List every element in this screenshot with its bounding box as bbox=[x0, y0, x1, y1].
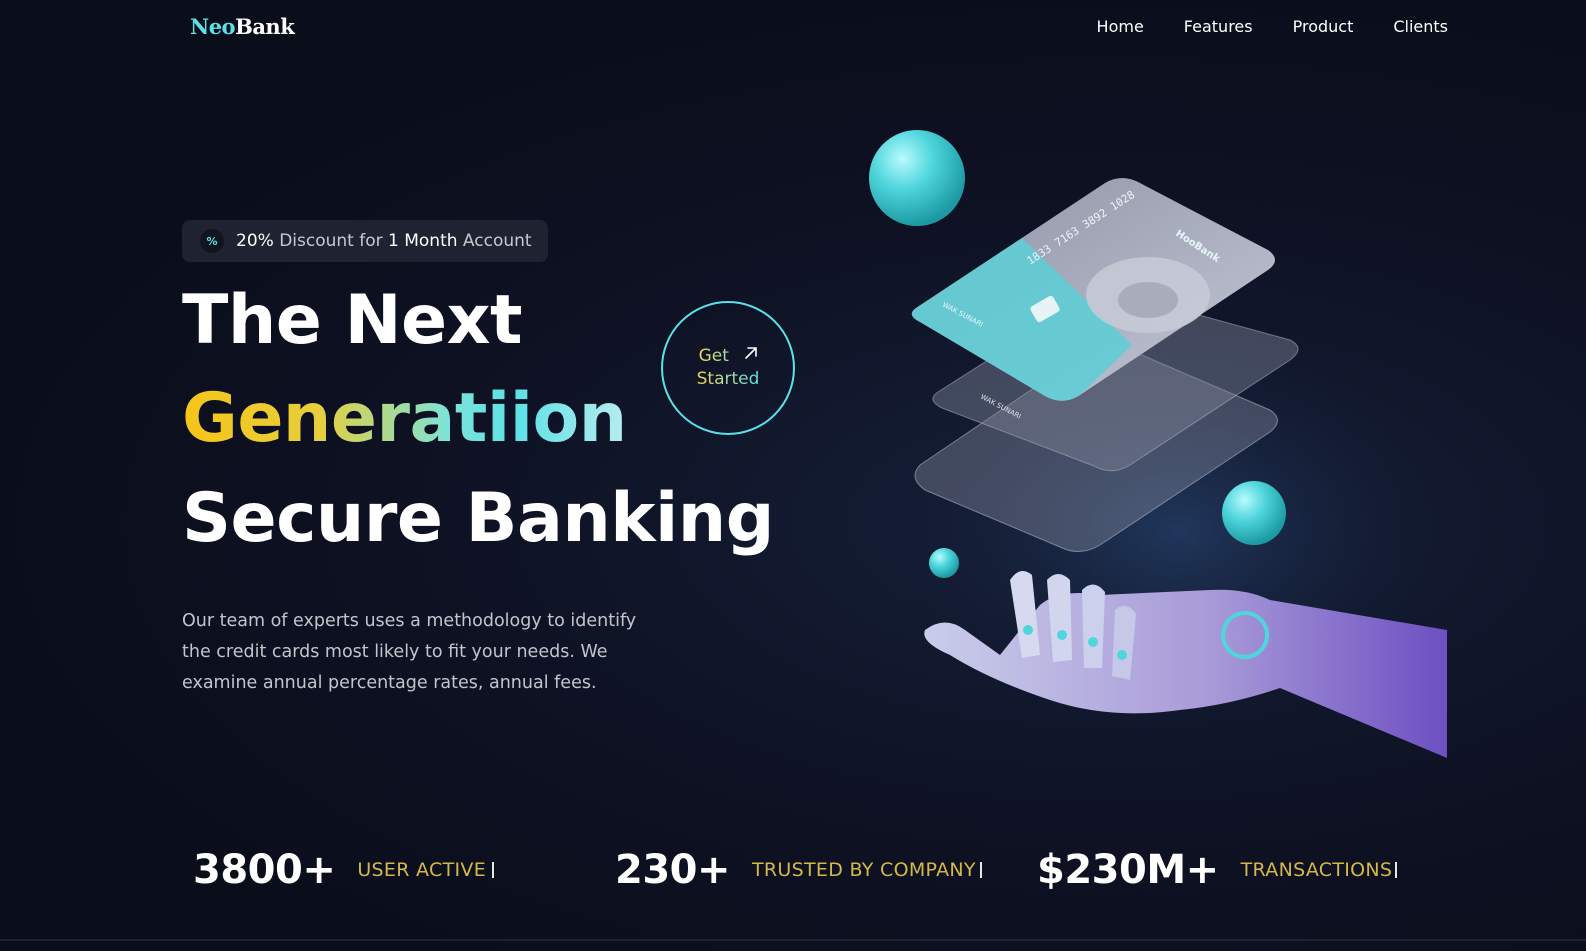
discount-for-text: Discount for bbox=[273, 231, 389, 251]
discount-account-text: Account bbox=[457, 231, 532, 251]
nav-item-clients[interactable]: Clients bbox=[1393, 17, 1448, 36]
discount-badge: % 20% Discount for 1 Month Account bbox=[182, 220, 548, 262]
hero-title-line-1: The Next bbox=[182, 281, 522, 360]
arrow-up-right-icon bbox=[745, 347, 757, 359]
get-started-line-2: Started bbox=[696, 369, 760, 389]
stat-item: 230+ TRUSTED BY COMPANY bbox=[615, 840, 976, 900]
hero-title-line-2: Generatiion bbox=[182, 379, 627, 458]
stat-divider bbox=[1395, 862, 1397, 878]
hero-description: Our team of experts uses a methodology t… bbox=[182, 610, 637, 693]
sphere-small bbox=[929, 548, 959, 578]
sphere-medium bbox=[1222, 481, 1286, 545]
sphere-large bbox=[869, 130, 965, 226]
stat-divider bbox=[492, 862, 494, 878]
stat-value: 3800+ bbox=[193, 847, 336, 893]
stat-label: USER ACTIVE bbox=[357, 859, 486, 881]
get-started-button[interactable]: Get Started bbox=[661, 301, 795, 435]
nav-item-features[interactable]: Features bbox=[1184, 17, 1253, 36]
nav-item-home[interactable]: Home bbox=[1097, 17, 1144, 36]
stat-item: $230M+ TRANSACTIONS bbox=[1037, 840, 1392, 900]
hero-title-line-3: Secure Banking bbox=[182, 479, 774, 558]
stat-item: 3800+ USER ACTIVE bbox=[193, 840, 486, 900]
discount-text: 20% Discount for 1 Month Account bbox=[236, 231, 532, 251]
brand-logo-part2: Bank bbox=[235, 14, 295, 39]
stat-label: TRANSACTIONS bbox=[1240, 859, 1393, 881]
section-divider bbox=[0, 939, 1586, 941]
stats-bar: 3800+ USER ACTIVE 230+ TRUSTED BY COMPAN… bbox=[0, 840, 1586, 900]
stat-label: TRUSTED BY COMPANY bbox=[752, 859, 976, 881]
percent-icon: % bbox=[200, 229, 224, 253]
stat-divider bbox=[980, 862, 982, 878]
hero-illustration: WAK SUNARI 1833 7163 3892 1028 HooBank W… bbox=[869, 130, 1450, 758]
discount-period: 1 Month bbox=[388, 231, 458, 251]
brand-logo-part1: Neo bbox=[190, 14, 236, 39]
stat-value: 230+ bbox=[615, 847, 731, 893]
main-nav: Home Features Product Clients bbox=[1097, 17, 1448, 36]
nav-item-product[interactable]: Product bbox=[1293, 17, 1354, 36]
discount-value: 20% bbox=[236, 231, 274, 251]
brand-logo[interactable]: NeoBank bbox=[190, 14, 295, 39]
stat-value: $230M+ bbox=[1037, 847, 1219, 893]
